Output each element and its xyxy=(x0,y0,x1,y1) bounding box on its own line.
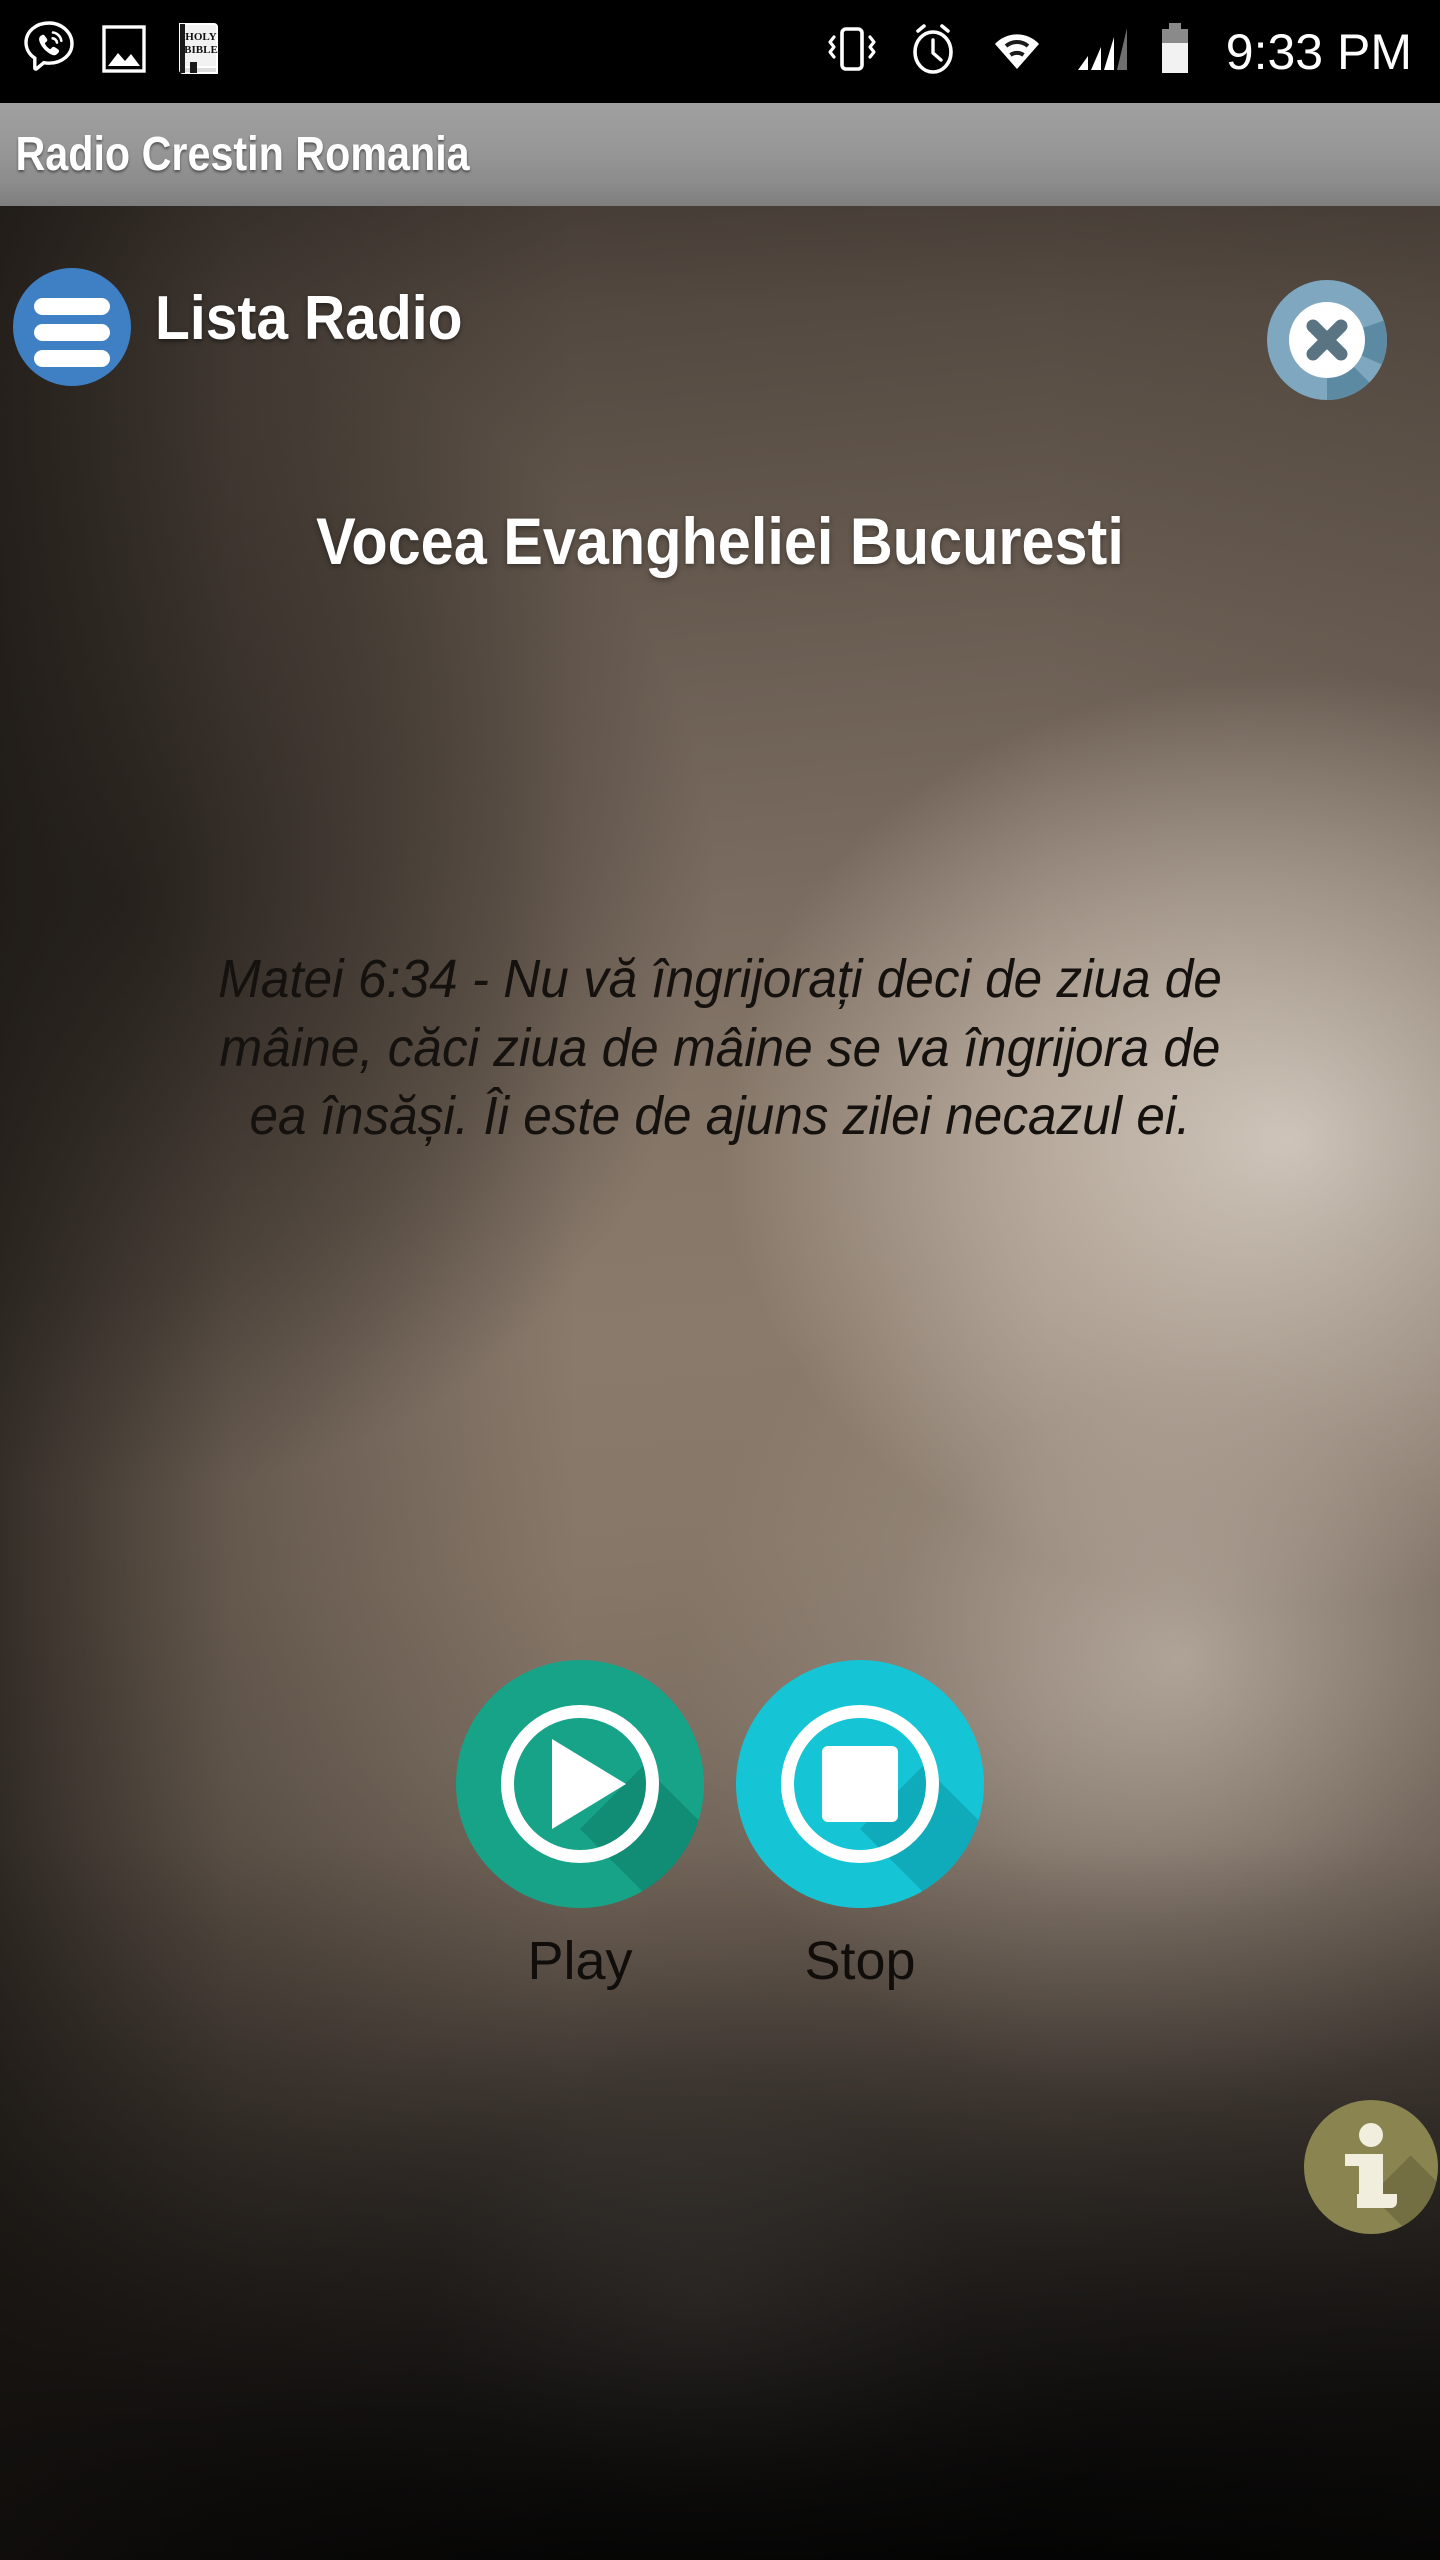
status-bar-system-icons: 9:33 PM xyxy=(824,20,1440,83)
status-bar-notifications: HOLY BIBLE xyxy=(0,19,224,84)
status-bar-clock: 9:33 PM xyxy=(1225,23,1412,80)
cellular-signal-icon xyxy=(1074,24,1132,79)
stop-button-circle xyxy=(736,1660,984,1908)
play-button-circle xyxy=(456,1660,704,1908)
info-icon[interactable] xyxy=(1304,2100,1438,2234)
viber-icon xyxy=(22,20,76,83)
info-glyph-serif-bottom xyxy=(1357,2194,1397,2208)
hamburger-menu-icon[interactable] xyxy=(13,268,131,386)
nav-header: Lista Radio xyxy=(0,206,1440,400)
nav-title: Lista Radio xyxy=(155,284,463,353)
play-button[interactable]: Play xyxy=(456,1660,704,1988)
hamburger-bar xyxy=(34,350,110,367)
app-title: Radio Crestin Romania xyxy=(15,128,470,181)
player-controls: Play Stop xyxy=(0,1660,1440,1988)
info-glyph-dot xyxy=(1359,2123,1383,2147)
status-bar: HOLY BIBLE 9:33 PM xyxy=(0,0,1440,103)
stop-label: Stop xyxy=(804,1931,916,1991)
bible-icon-line2: BIBLE xyxy=(184,44,218,56)
stop-button[interactable]: Stop xyxy=(736,1660,984,1988)
play-label: Play xyxy=(527,1931,633,1991)
hamburger-bar xyxy=(34,324,110,341)
gallery-image-icon xyxy=(102,20,146,83)
play-triangle-icon xyxy=(552,1739,626,1829)
close-icon[interactable] xyxy=(1253,266,1401,414)
wifi-icon xyxy=(986,24,1048,79)
hamburger-bar xyxy=(34,298,110,315)
holy-bible-icon: HOLY BIBLE xyxy=(172,19,224,84)
app-title-bar: Radio Crestin Romania xyxy=(0,103,1440,206)
station-title: Vocea Evangheliei Bucuresti xyxy=(316,504,1124,578)
alarm-clock-icon xyxy=(906,20,960,83)
stop-square-icon xyxy=(822,1746,898,1822)
vibrate-icon xyxy=(824,20,880,83)
bible-icon-line1: HOLY xyxy=(185,31,216,43)
app-screen: HOLY BIBLE 9:33 PM Radio Crestin Romania… xyxy=(0,0,1440,2560)
bible-verse-text: Matei 6:34 - Nu vă îngrijorați deci de z… xyxy=(218,949,1222,1147)
battery-icon xyxy=(1158,21,1192,82)
